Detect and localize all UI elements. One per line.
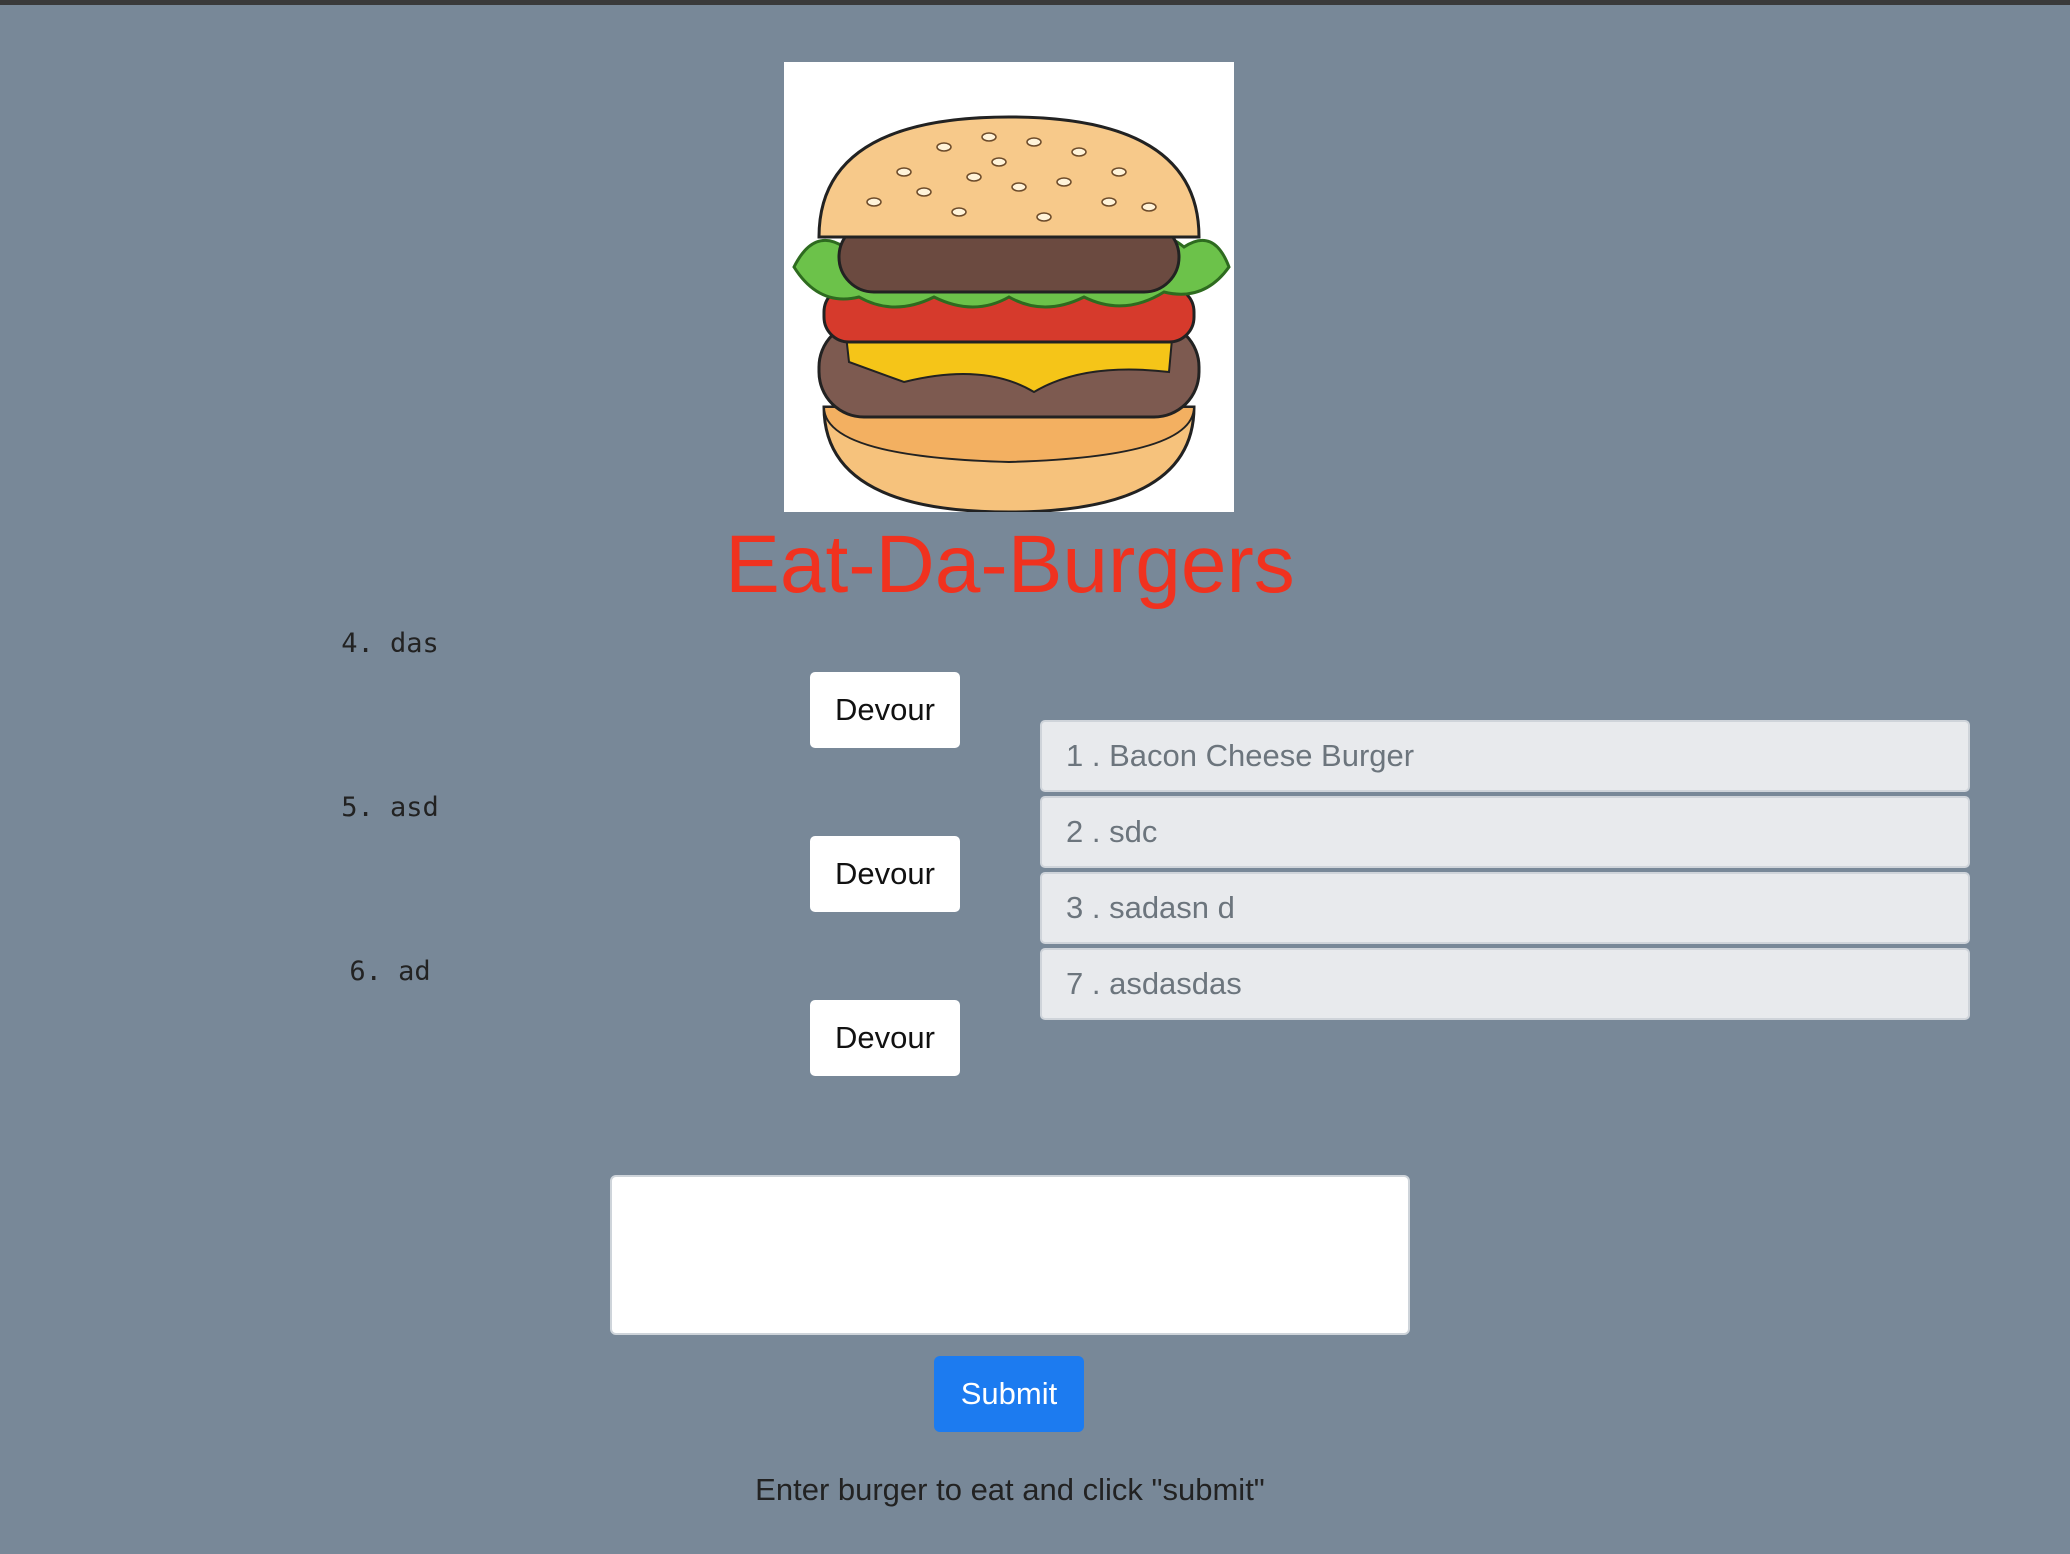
uneaten-burger-item: 5. asd <box>341 792 439 823</box>
page-title: Eat-Da-Burgers <box>725 519 1295 610</box>
submit-button[interactable]: Submit <box>934 1356 1084 1432</box>
uneaten-burger-item: 4. das <box>341 628 439 659</box>
devour-button[interactable]: Devour <box>810 672 960 748</box>
hamburger-icon <box>792 115 1231 512</box>
burger-logo <box>784 62 1234 512</box>
uneaten-burger-item: 6. ad <box>349 956 431 987</box>
form-instructions: Enter burger to eat and click "submit" <box>755 1472 1265 1507</box>
burger-name-input[interactable] <box>610 1175 1410 1335</box>
devour-button[interactable]: Devour <box>810 836 960 912</box>
devoured-burger-item: 3 . sadasn d <box>1040 872 1970 944</box>
devour-button[interactable]: Devour <box>810 1000 960 1076</box>
devoured-burger-item: 7 . asdasdas <box>1040 948 1970 1020</box>
window-top-edge <box>0 0 2070 5</box>
devoured-burger-item: 2 . sdc <box>1040 796 1970 868</box>
devoured-burger-item: 1 . Bacon Cheese Burger <box>1040 720 1970 792</box>
devoured-burger-list: 1 . Bacon Cheese Burger 2 . sdc 3 . sada… <box>1040 720 1970 1024</box>
